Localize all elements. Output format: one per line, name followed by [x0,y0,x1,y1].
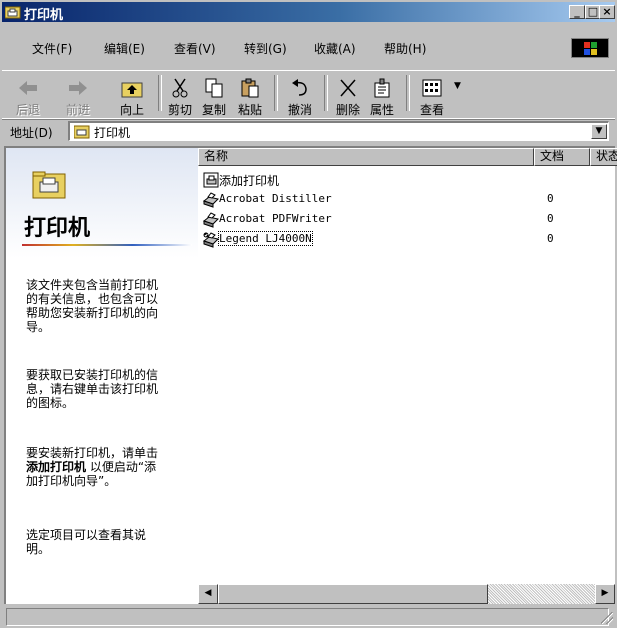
panel-description-3: 要安装新打印机，请单击 添加打印机 以便启动“添加打印机向导”。 [26,446,159,488]
back-arrow-icon [19,81,37,95]
add-printer-icon [203,172,219,188]
menu-help[interactable]: 帮助(H) [384,40,426,57]
title-bar[interactable]: 打印机 _ □ × [2,2,615,23]
views-grid-icon [422,79,442,97]
toolbar-separator [158,75,162,111]
scissors-icon [172,78,188,98]
item-docs: 0 [547,232,554,245]
panel-title: 打印机 [24,215,91,241]
scroll-right-button[interactable]: ▶ [595,584,615,604]
delete-x-icon [340,79,356,97]
views-button[interactable]: 查看 [414,77,450,117]
panel-title-underline [22,244,192,246]
scroll-left-button[interactable]: ◀ [198,584,218,604]
column-header-name[interactable]: 名称 [198,148,534,166]
toolbar-separator [406,75,410,111]
printer-folder-icon [74,125,90,139]
up-button[interactable]: 向上 [114,77,150,117]
panel-description-2: 要获取已安装打印机的信息，请右键单击该打印机的图标。 [26,368,159,410]
address-label: 地址(D) [10,126,53,140]
address-dropdown-button[interactable]: ▼ [591,124,607,139]
status-bar [2,606,615,626]
menu-bar: 文件(F) 编辑(E) 查看(V) 转到(G) 收藏(A) 帮助(H) [2,24,615,68]
address-bar: 地址(D) 打印机 ▼ [2,118,615,145]
list-header: 名称 文档 状态 [198,148,617,166]
list-item[interactable]: Acrobat PDFWriter 0 [198,210,615,230]
column-header-status[interactable]: 状态 [590,148,617,166]
list-item[interactable]: 添加打印机 [198,170,615,190]
add-printer-link[interactable]: 添加打印机 [26,460,86,474]
views-dropdown-arrow-icon[interactable]: ▼ [454,81,461,91]
menu-file[interactable]: 文件(F) [32,40,72,57]
close-button[interactable]: × [599,5,615,19]
back-button[interactable]: 后退 [10,77,46,117]
forward-button[interactable]: 前进 [60,77,96,117]
windows-logo-icon [571,38,609,58]
delete-button[interactable]: 删除 [332,77,364,117]
scroll-thumb[interactable] [218,584,488,604]
cut-button[interactable]: 剪切 [164,77,196,117]
content-area: 打印机 该文件夹包含当前打印机的有关信息，也包含可以帮助您安装新打印机的向导。 … [4,146,617,604]
column-header-documents[interactable]: 文档 [534,148,590,166]
web-view-panel: 打印机 该文件夹包含当前打印机的有关信息，也包含可以帮助您安装新打印机的向导。 … [6,148,198,604]
properties-icon [374,78,390,98]
toolbar-separator [324,75,328,111]
default-printer-icon [203,232,219,248]
printer-icon [203,192,219,208]
resize-grip-icon[interactable] [601,612,613,624]
standard-toolbar: 后退 前进 向上 剪切 复制 粘贴 撤消 删除 属性 查看 ▼ [2,70,615,120]
paste-icon [241,78,259,98]
item-docs: 0 [547,192,554,205]
minimize-button[interactable]: _ [569,5,585,19]
paste-button[interactable]: 粘贴 [234,77,266,117]
properties-button[interactable]: 属性 [366,77,398,117]
item-docs: 0 [547,212,554,225]
copy-button[interactable]: 复制 [198,77,230,117]
copy-icon [205,78,223,98]
address-field[interactable]: 打印机 ▼ [68,121,609,141]
item-name: Acrobat Distiller [219,192,332,205]
item-name: Legend LJ4000N [218,231,313,246]
panel-description-1: 该文件夹包含当前打印机的有关信息，也包含可以帮助您安装新打印机的向导。 [26,278,159,334]
printer-icon [203,212,219,228]
item-name: Acrobat PDFWriter [219,212,332,225]
menu-go[interactable]: 转到(G) [244,40,287,57]
panel-description-4: 选定项目可以查看其说明。 [26,528,147,556]
menu-view[interactable]: 查看(V) [174,40,216,57]
forward-arrow-icon [69,81,87,95]
item-name: 添加打印机 [219,174,280,188]
explorer-window: 打印机 _ □ × 文件(F) 编辑(E) 查看(V) 转到(G) 收藏(A) … [0,0,617,628]
undo-icon [292,79,307,96]
toolbar-separator [274,75,278,111]
status-panel [6,608,609,626]
window-title: 打印机 [24,8,64,23]
printer-folder-icon [5,6,21,19]
up-folder-icon [121,82,143,98]
menu-favorites[interactable]: 收藏(A) [314,40,356,57]
address-value: 打印机 [94,126,131,140]
list-item[interactable]: Acrobat Distiller 0 [198,190,615,210]
horizontal-scrollbar[interactable]: ◀ ▶ [198,584,615,604]
printers-folder-large-icon [32,171,66,199]
file-list[interactable]: 名称 文档 状态 添加打印机 Acrobat Dist [198,148,617,604]
undo-button[interactable]: 撤消 [282,77,318,117]
menu-edit[interactable]: 编辑(E) [104,40,145,57]
list-item[interactable]: Legend LJ4000N 0 [198,230,615,250]
